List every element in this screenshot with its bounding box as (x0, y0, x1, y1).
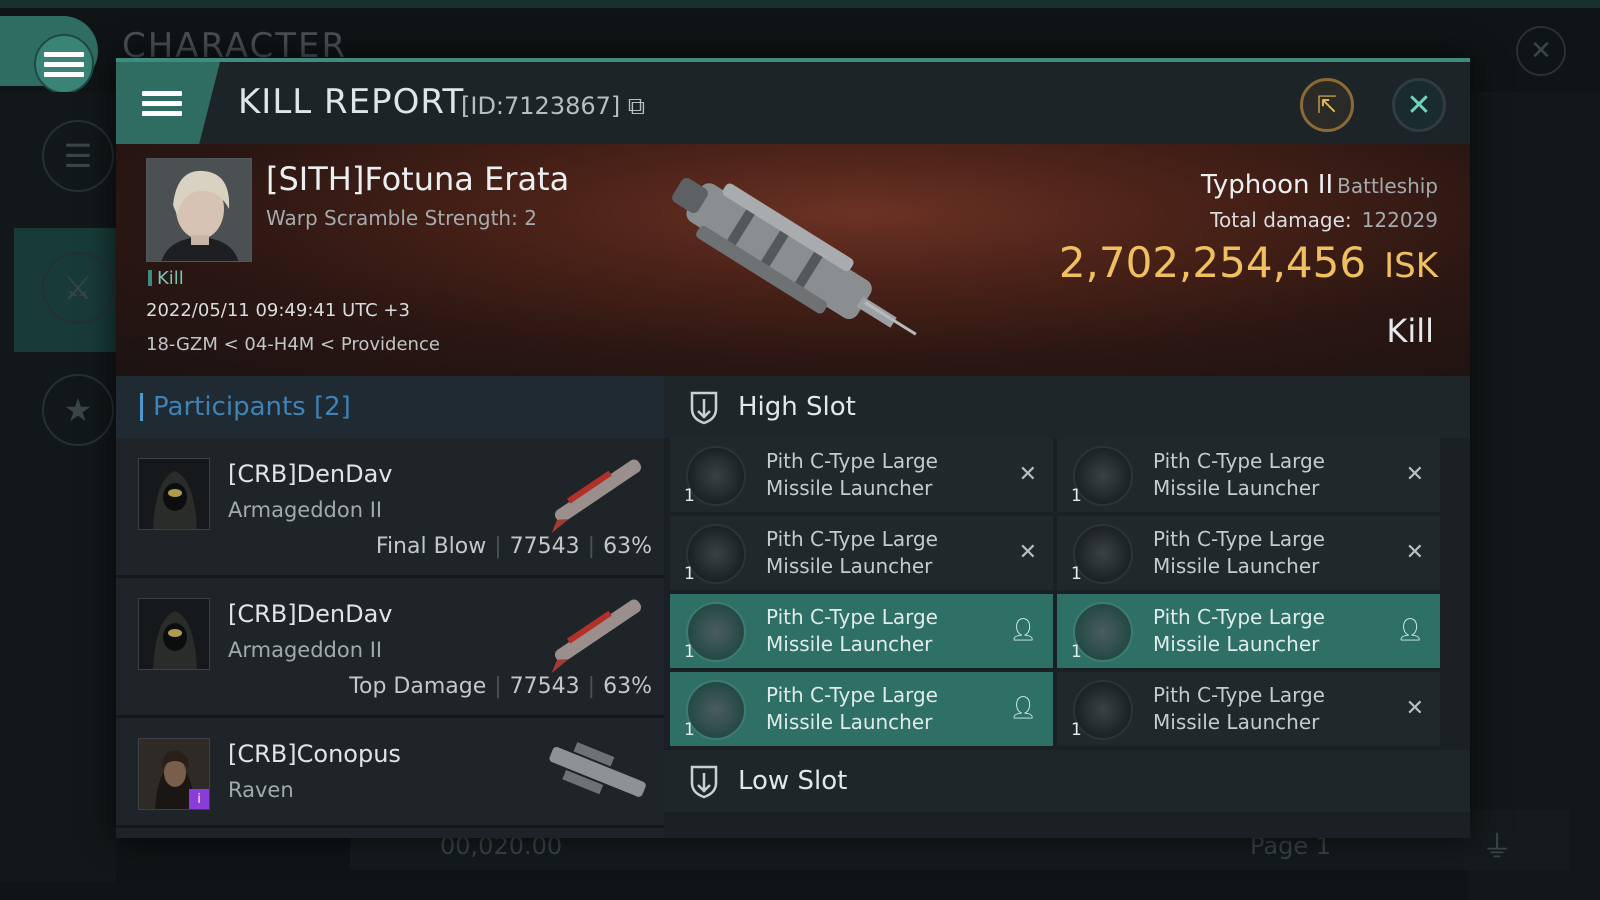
share-button[interactable]: ⇱ (1300, 78, 1354, 132)
low-slot-icon (690, 765, 718, 799)
participant-ship: Armageddon II (228, 638, 383, 662)
crossed-swords-icon[interactable]: ⚔ (42, 252, 114, 324)
isk-value: 2,702,254,456 ISK (1058, 238, 1438, 287)
module-slot[interactable]: 1 Pith C-Type Large Missile Launcher ✕ (670, 516, 1053, 590)
destroyed-icon: ✕ (1018, 462, 1037, 487)
person-icon: 👤︎ (1009, 618, 1037, 643)
missile-launcher-icon (686, 446, 746, 506)
module-name: Pith C-Type Large Missile Launcher (766, 683, 938, 734)
participant-row[interactable]: [CRB]DenDav Armageddon II Top Damage | 775… (116, 578, 664, 718)
module-quantity: 1 (1071, 486, 1082, 506)
page-title: KILL REPORT (238, 82, 465, 122)
kill-tag: Kill (148, 268, 184, 289)
participant-ship-image (551, 599, 642, 674)
module-name: Pith C-Type Large Missile Launcher (766, 527, 938, 578)
destroyed-icon: ✕ (1405, 462, 1424, 487)
fitting-panel: High Slot 1 Pith C-Type Large Missile La… (664, 376, 1470, 838)
module-name: Pith C-Type Large Missile Launcher (766, 449, 938, 500)
participants-panel: Participants [2] [CRB]DenDav Armageddon … (116, 376, 664, 838)
missile-launcher-icon (1073, 602, 1133, 662)
victim-ship[interactable]: Typhoon II Battleship (1201, 170, 1438, 200)
participants-header[interactable]: Participants [2] (116, 376, 664, 438)
module-name: Pith C-Type Large Missile Launcher (1153, 527, 1325, 578)
module-slot[interactable]: 1 Pith C-Type Large Missile Launcher 👤︎ (670, 594, 1053, 668)
modal-menu-button[interactable] (116, 62, 220, 144)
module-slot[interactable]: 1 Pith C-Type Large Missile Launcher ✕ (670, 438, 1053, 512)
participant-ship: Raven (228, 778, 294, 802)
victim-name[interactable]: [SITH]Fotuna Erata (266, 160, 569, 198)
close-icon: ✕ (1406, 87, 1432, 123)
close-button[interactable]: ✕ (1392, 78, 1446, 132)
main-menu-button[interactable] (0, 16, 98, 94)
victim-banner: [SITH]Fotuna Erata Warp Scramble Strengt… (116, 144, 1470, 376)
kill-result: Kill (1386, 312, 1434, 350)
kill-report-modal: KILL REPORT [ID:7123867] ⧉ ⇱ ✕ [SITH]Fot… (116, 58, 1470, 838)
module-name: Pith C-Type Large Missile Launcher (1153, 449, 1325, 500)
module-quantity: 1 (1071, 564, 1082, 584)
participant-ship-image (551, 459, 642, 534)
module-slot[interactable]: 1 Pith C-Type Large Missile Launcher ✕ (1057, 438, 1440, 512)
missile-launcher-icon (686, 602, 746, 662)
participant-avatar[interactable] (138, 458, 210, 530)
low-slot-header: Low Slot (664, 750, 1470, 812)
missile-launcher-icon (1073, 680, 1133, 740)
missile-launcher-icon (1073, 446, 1133, 506)
participant-row[interactable]: [CRB]DenDav Armageddon II Final Blow | 775… (116, 438, 664, 578)
high-slot-icon (690, 391, 718, 425)
background-sidebar (0, 92, 116, 882)
participant-stats: Final Blow | 77543 | 63% (375, 534, 652, 559)
kill-report-header: KILL REPORT [ID:7123867] ⧉ ⇱ ✕ (116, 62, 1470, 144)
background-right-panel (1468, 92, 1600, 900)
destroyed-icon: ✕ (1405, 696, 1424, 721)
person-icon: 👤︎ (1396, 618, 1424, 643)
victim-portrait[interactable] (146, 158, 252, 262)
participant-name[interactable]: [CRB]DenDav (228, 460, 392, 488)
participant-ship: Armageddon II (228, 498, 383, 522)
star-icon[interactable]: ★ (42, 374, 114, 446)
module-quantity: 1 (684, 486, 695, 506)
module-slot[interactable]: 1 Pith C-Type Large Missile Launcher ✕ (1057, 516, 1440, 590)
kill-location[interactable]: 18-GZM < 04-H4M < Providence (146, 334, 440, 355)
report-id[interactable]: [ID:7123867] ⧉ (461, 92, 645, 120)
participant-ship-image (549, 742, 646, 797)
kill-datetime: 2022/05/11 09:49:41 UTC +3 (146, 300, 410, 321)
module-quantity: 1 (1071, 720, 1082, 740)
menu-icon (142, 86, 182, 121)
module-quantity: 1 (684, 564, 695, 584)
module-quantity: 1 (1071, 642, 1082, 662)
module-name: Pith C-Type Large Missile Launcher (1153, 683, 1325, 734)
participant-name[interactable]: [CRB]DenDav (228, 600, 392, 628)
missile-launcher-icon (1073, 524, 1133, 584)
participant-stats: Top Damage | 77543 | 63% (349, 674, 652, 699)
module-slot[interactable]: 1 Pith C-Type Large Missile Launcher 👤︎ (670, 672, 1053, 746)
victim-subtitle: Warp Scramble Strength: 2 (266, 206, 537, 230)
module-slot[interactable]: 1 Pith C-Type Large Missile Launcher 👤︎ (1057, 594, 1440, 668)
participant-avatar[interactable] (138, 598, 210, 670)
participant-row[interactable]: i [CRB]Conopus Raven (116, 718, 664, 828)
module-name: Pith C-Type Large Missile Launcher (766, 605, 938, 656)
missile-launcher-icon (686, 680, 746, 740)
menu-icon (34, 34, 94, 94)
participant-name[interactable]: [CRB]Conopus (228, 740, 401, 768)
person-icon: 👤︎ (1009, 696, 1037, 721)
missile-launcher-icon (686, 524, 746, 584)
high-slot-grid: 1 Pith C-Type Large Missile Launcher ✕ 1… (664, 438, 1470, 750)
external-link-icon: ⇱ (1316, 91, 1338, 119)
destroyed-icon: ✕ (1018, 540, 1037, 565)
list-icon[interactable]: ☰ (42, 120, 114, 192)
total-damage: Total damage: 122029 (1210, 208, 1438, 232)
module-quantity: 1 (684, 720, 695, 740)
victim-ship-image[interactable] (636, 154, 936, 364)
top-bar (0, 0, 1600, 8)
module-slot[interactable]: 1 Pith C-Type Large Missile Launcher ✕ (1057, 672, 1440, 746)
copy-icon[interactable]: ⧉ (628, 92, 645, 120)
filter-icon[interactable]: ⏚ (1482, 822, 1512, 866)
background-close-icon[interactable]: ✕ (1516, 26, 1566, 76)
module-quantity: 1 (684, 642, 695, 662)
destroyed-icon: ✕ (1405, 540, 1424, 565)
high-slot-header: High Slot (664, 376, 1470, 438)
module-name: Pith C-Type Large Missile Launcher (1153, 605, 1325, 656)
info-badge-icon[interactable]: i (189, 789, 209, 809)
participant-avatar[interactable]: i (138, 738, 210, 810)
